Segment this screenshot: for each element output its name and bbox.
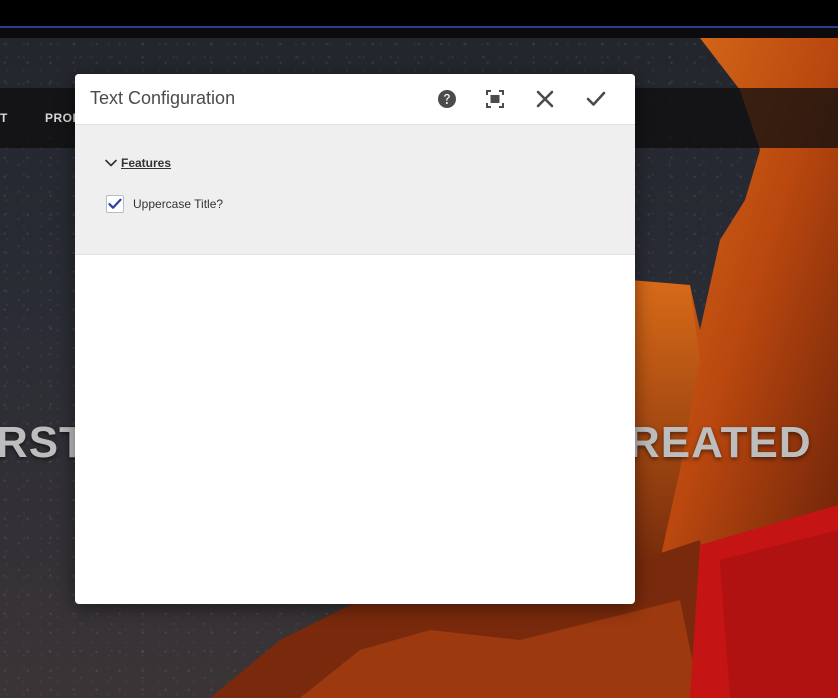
close-icon [536, 90, 554, 108]
checkbox-label: Uppercase Title? [133, 197, 224, 211]
uppercase-title-field[interactable]: Uppercase Title? [106, 195, 223, 213]
dialog-header: Text Configuration [75, 74, 635, 125]
dialog-title: Text Configuration [90, 88, 236, 108]
dialog-body: Features Uppercase Title? [75, 125, 635, 255]
section-label: Features [121, 156, 172, 170]
chevron-down-icon [105, 159, 117, 167]
hero-heading-left: RST [0, 418, 87, 467]
close-button[interactable] [530, 84, 560, 114]
uppercase-title-checkbox[interactable] [106, 195, 124, 213]
done-button[interactable] [581, 84, 611, 114]
features-section-toggle[interactable]: Features [105, 156, 171, 170]
fullscreen-icon [486, 90, 504, 108]
help-button[interactable] [432, 84, 462, 114]
text-configuration-dialog: Text Configuration Features Uppercase Ti… [75, 74, 635, 604]
screen: T PROD RST REATED Text Configuration Fea… [0, 0, 838, 698]
site-nav-item[interactable]: T [0, 111, 8, 125]
help-icon [438, 90, 456, 108]
checkmark-icon [586, 91, 606, 106]
checkmark-icon [108, 198, 122, 209]
fullscreen-button[interactable] [480, 84, 510, 114]
hero-heading-right: REATED [628, 418, 812, 467]
